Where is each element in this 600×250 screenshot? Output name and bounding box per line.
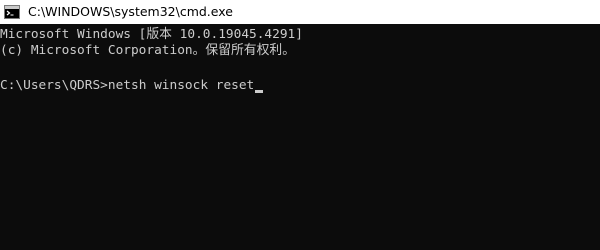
- console-line-version: Microsoft Windows [版本 10.0.19045.4291]: [0, 27, 303, 42]
- title-bar[interactable]: C:\WINDOWS\system32\cmd.exe: [0, 0, 600, 24]
- console-area[interactable]: Microsoft Windows [版本 10.0.19045.4291] (…: [0, 24, 600, 250]
- prompt-path: C:\Users\QDRS>: [0, 78, 108, 93]
- console-line-copyright: (c) Microsoft Corporation。保留所有权利。: [0, 43, 295, 58]
- command-prompt-line[interactable]: C:\Users\QDRS> netsh winsock reset: [0, 78, 264, 94]
- command-text[interactable]: netsh winsock reset: [108, 78, 254, 94]
- cmd-icon[interactable]: [4, 4, 20, 20]
- text-cursor: [255, 90, 264, 93]
- cmd-window: C:\WINDOWS\system32\cmd.exe Microsoft Wi…: [0, 0, 600, 250]
- window-title: C:\WINDOWS\system32\cmd.exe: [28, 4, 233, 19]
